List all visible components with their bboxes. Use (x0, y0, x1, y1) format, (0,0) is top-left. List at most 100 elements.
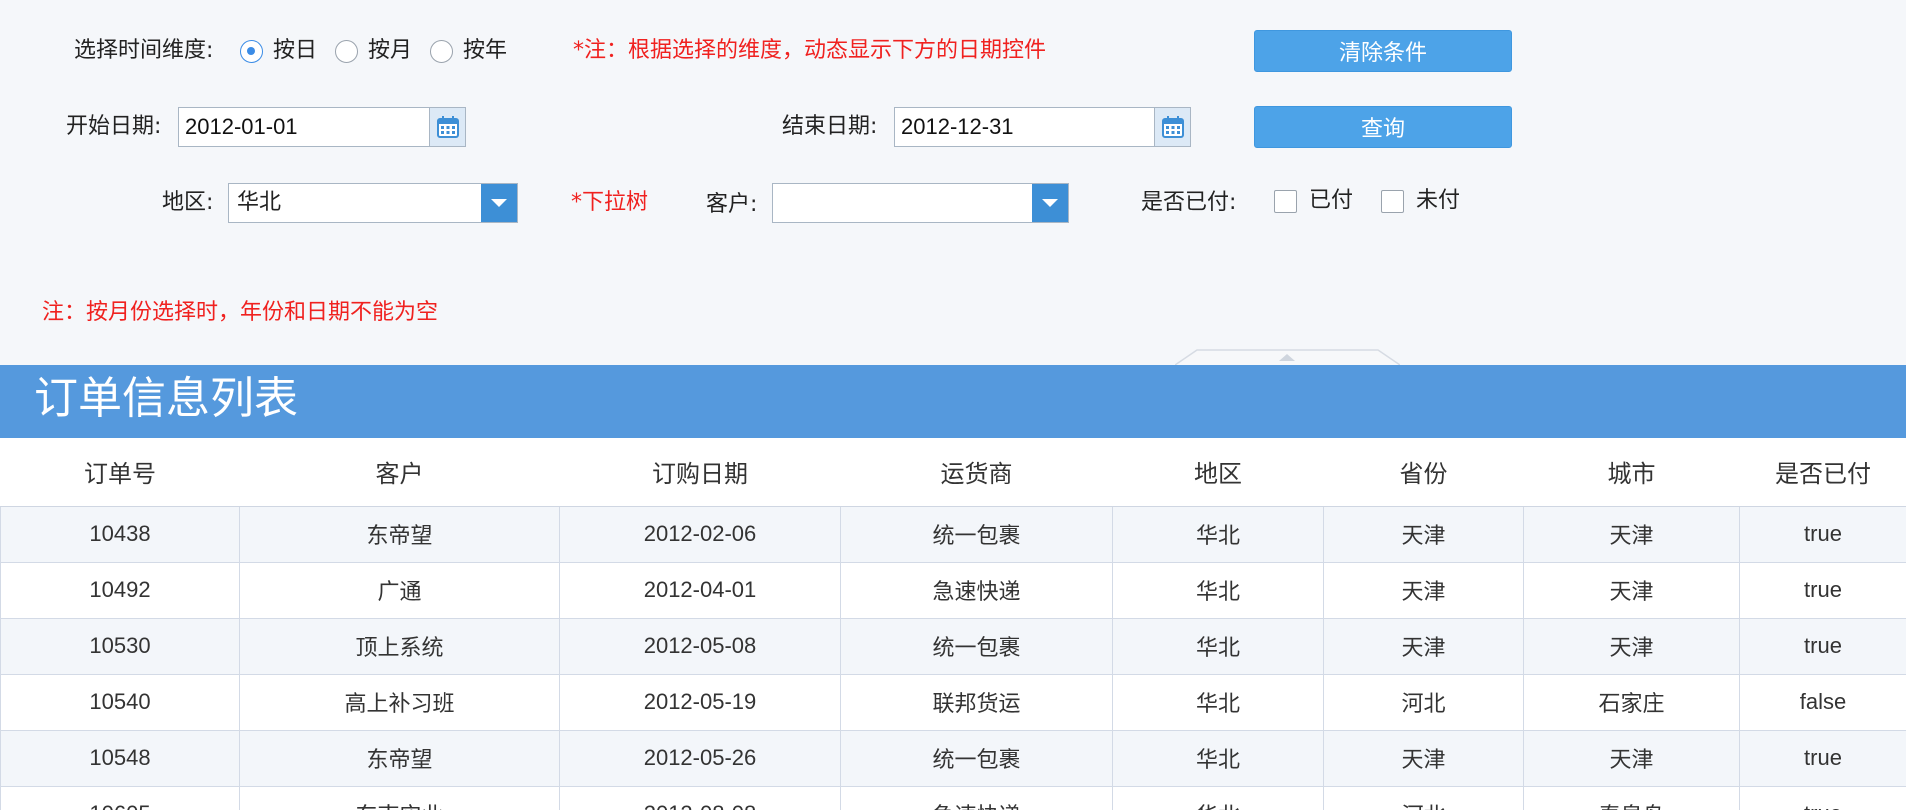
table-cell: 广通 (239, 561, 560, 619)
table-cell: 10605 (0, 785, 240, 810)
table-row[interactable]: 10492 广通 2012-04-01 急速快递 华北 天津 天津 true (0, 561, 1906, 619)
table-cell: 东帝望 (239, 729, 560, 787)
radio-by-year[interactable]: 按年 (430, 36, 507, 66)
table-cell: 2012-02-06 (559, 505, 841, 563)
table-cell: 河北 (1323, 673, 1524, 731)
column-header[interactable]: 客户 (239, 438, 560, 507)
orders-table: 订单号 客户 订购日期 运货商 地区 省份 城市 是否已付 10438 东帝望 … (0, 438, 1906, 810)
radio-button-checked[interactable] (240, 39, 263, 63)
table-cell: false (1739, 673, 1906, 731)
table-cell: 统一包裹 (840, 729, 1113, 787)
table-cell: 10548 (0, 729, 240, 787)
table-cell: 统一包裹 (840, 505, 1113, 563)
checkbox-unpaid[interactable]: 未付 (1381, 186, 1460, 216)
table-cell: 2012-05-19 (559, 673, 841, 731)
table-cell: 华北 (1112, 729, 1324, 787)
checkbox-label-unpaid: 未付 (1416, 188, 1461, 213)
table-row[interactable]: 10605 东南实业 2012-08-08 急速快递 华北 河北 秦皇岛 tru… (0, 785, 1906, 810)
table-cell: 天津 (1323, 561, 1524, 619)
chevron-down-icon[interactable] (1032, 184, 1068, 222)
table-cell: 天津 (1323, 729, 1524, 787)
radio-by-month[interactable]: 按月 (335, 36, 412, 66)
end-date-field[interactable]: 2012-12-31 (894, 107, 1191, 147)
end-date-label: 结束日期: (782, 114, 878, 139)
table-cell: 华北 (1112, 617, 1324, 675)
table-cell: 天津 (1523, 729, 1740, 787)
table-header-row: 订单号 客户 订购日期 运货商 地区 省份 城市 是否已付 (0, 438, 1906, 507)
table-cell: 10540 (0, 673, 240, 731)
table-cell: 天津 (1523, 617, 1740, 675)
start-date-label: 开始日期: (66, 114, 162, 139)
customer-value[interactable] (773, 184, 1032, 222)
month-selection-note: 注：按月份选择时，年份和日期不能为空 (42, 300, 439, 325)
radio-button[interactable] (430, 39, 454, 63)
query-button[interactable]: 查询 (1254, 106, 1512, 148)
checkbox[interactable] (1274, 189, 1297, 213)
table-cell: 联邦货运 (840, 673, 1113, 731)
table-cell: 天津 (1523, 561, 1740, 619)
time-dimension-note: *注：根据选择的维度，动态显示下方的日期控件 (573, 38, 1047, 63)
start-date-field[interactable]: 2012-01-01 (178, 107, 466, 147)
column-header[interactable]: 省份 (1323, 438, 1524, 507)
table-cell: 2012-04-01 (559, 561, 841, 619)
region-note: *下拉树 (571, 190, 649, 215)
table-cell: 统一包裹 (840, 617, 1113, 675)
table-cell: 高上补习班 (239, 673, 560, 731)
collapse-toggle-icon[interactable] (1175, 349, 1400, 365)
start-date-value[interactable]: 2012-01-01 (179, 108, 429, 146)
calendar-icon[interactable] (1154, 108, 1190, 146)
column-header[interactable]: 订购日期 (559, 438, 841, 507)
table-cell: 华北 (1112, 561, 1324, 619)
region-select[interactable]: 华北 (228, 183, 518, 223)
table-cell: true (1739, 617, 1906, 675)
table-cell: true (1739, 729, 1906, 787)
table-cell: 华北 (1112, 505, 1324, 563)
time-dimension-radio-group: 按日 按月 按年 (240, 36, 525, 66)
checkbox-label-paid: 已付 (1309, 188, 1354, 213)
table-row[interactable]: 10540 高上补习班 2012-05-19 联邦货运 华北 河北 石家庄 fa… (0, 673, 1906, 731)
checkbox[interactable] (1381, 189, 1405, 213)
clear-conditions-button[interactable]: 清除条件 (1254, 30, 1512, 72)
column-header[interactable]: 运货商 (840, 438, 1113, 507)
table-cell: 急速快递 (840, 785, 1113, 810)
table-banner: 订单信息列表 (0, 365, 1906, 438)
radio-by-day[interactable]: 按日 (240, 36, 317, 66)
table-cell: 10530 (0, 617, 240, 675)
column-header[interactable]: 地区 (1112, 438, 1324, 507)
table-cell: 华北 (1112, 673, 1324, 731)
table-cell: 秦皇岛 (1523, 785, 1740, 810)
table-cell: 10438 (0, 505, 240, 563)
column-header[interactable]: 是否已付 (1739, 438, 1906, 507)
table-cell: 天津 (1323, 505, 1524, 563)
table-cell: 2012-05-26 (559, 729, 841, 787)
radio-label-year: 按年 (463, 38, 508, 63)
table-cell: 河北 (1323, 785, 1524, 810)
radio-label-day: 按日 (273, 38, 318, 63)
table-cell: 东帝望 (239, 505, 560, 563)
paid-label: 是否已付: (1141, 190, 1237, 215)
table-cell: 2012-05-08 (559, 617, 841, 675)
paid-checkbox-group: 已付 未付 (1274, 186, 1460, 216)
radio-label-month: 按月 (368, 38, 413, 63)
table-cell: 华北 (1112, 785, 1324, 810)
customer-label: 客户: (706, 192, 758, 217)
table-title: 订单信息列表 (34, 373, 298, 424)
table-cell: 顶上系统 (239, 617, 560, 675)
table-row[interactable]: 10438 东帝望 2012-02-06 统一包裹 华北 天津 天津 true (0, 505, 1906, 563)
calendar-icon[interactable] (429, 108, 465, 146)
table-cell: 急速快递 (840, 561, 1113, 619)
table-cell: 石家庄 (1523, 673, 1740, 731)
table-cell: 2012-08-08 (559, 785, 841, 810)
table-row[interactable]: 10530 顶上系统 2012-05-08 统一包裹 华北 天津 天津 true (0, 617, 1906, 675)
radio-button[interactable] (335, 39, 359, 63)
table-cell: 天津 (1323, 617, 1524, 675)
column-header[interactable]: 城市 (1523, 438, 1740, 507)
region-label: 地区: (162, 190, 214, 215)
end-date-value[interactable]: 2012-12-31 (895, 108, 1154, 146)
column-header[interactable]: 订单号 (0, 438, 240, 507)
chevron-down-icon[interactable] (481, 184, 517, 222)
table-row[interactable]: 10548 东帝望 2012-05-26 统一包裹 华北 天津 天津 true (0, 729, 1906, 787)
checkbox-paid[interactable]: 已付 (1274, 186, 1353, 216)
customer-select[interactable] (772, 183, 1069, 223)
region-value[interactable]: 华北 (229, 184, 481, 222)
